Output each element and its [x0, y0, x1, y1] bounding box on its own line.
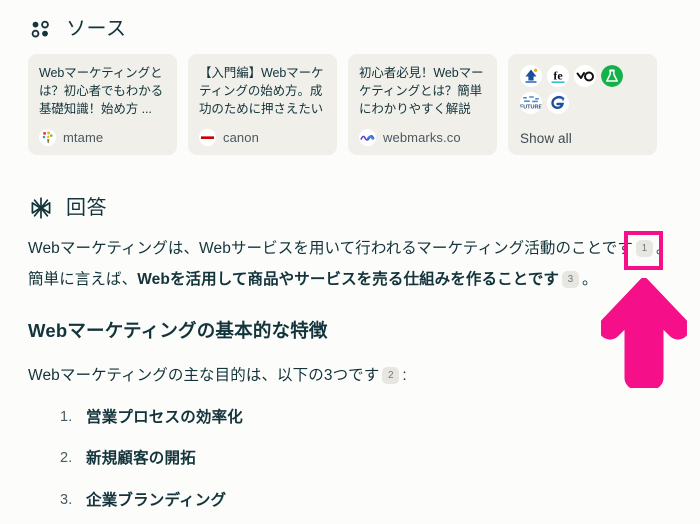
webmarks-favicon	[359, 129, 376, 146]
answer-text-part1: Webマーケティングは、Webサービスを用いて行われるマーケティング活動のことで…	[28, 240, 633, 257]
fe-favicon: fe	[547, 65, 569, 87]
citation-1-badge[interactable]: 1	[635, 240, 653, 257]
answer-subheading: Webマーケティングの基本的な特徴	[28, 320, 328, 341]
answer-text-part3: 。	[582, 271, 598, 288]
answer-section-title: 回答	[66, 197, 107, 219]
answer-section-header: 回答	[0, 195, 107, 221]
source-card-domain: mtame	[63, 130, 104, 145]
answer-paragraph-2-suffix: :	[402, 366, 407, 384]
sources-section-header: ソース	[0, 16, 127, 42]
source-card-webmarks[interactable]: 初心者必見！Webマーケティングとは？簡単にわかりやすく解説 webmarks.…	[348, 54, 497, 155]
canon-favicon	[199, 129, 216, 146]
citation-3-badge[interactable]: 3	[562, 271, 580, 288]
mtame-favicon	[39, 129, 56, 146]
answer-paragraph-2-text: Webマーケティングの主な目的は、以下の3つです	[28, 366, 380, 384]
source-card-footer: canon	[199, 129, 326, 146]
e-blue-favicon	[547, 92, 569, 114]
source-card-canon[interactable]: 【入門編】Webマーケティングの始め方。成功のために押さえたい ... cano…	[188, 54, 337, 155]
list-item: 営業プロセスの効率化	[60, 408, 244, 426]
perplexity-logo-icon	[28, 195, 54, 221]
source-card-domain: canon	[223, 130, 259, 145]
answer-paragraph-1: Webマーケティングは、Webサービスを用いて行われるマーケティング活動のことで…	[28, 233, 672, 295]
answer-text-bold1: Webを活用して商品やサービスを売る仕組みを作ることです	[137, 271, 560, 288]
mo-favicon	[574, 65, 596, 87]
flask-green-favicon	[601, 65, 623, 87]
source-card-mtame[interactable]: Webマーケティングとは？初心者でもわかる基礎知識！始め方 ... mtame	[28, 54, 177, 155]
future-favicon: FUTURE	[520, 92, 542, 114]
answer-ordered-list: 営業プロセスの効率化 新規顧客の開拓 企業ブランディング	[28, 384, 672, 509]
sources-card-row: Webマーケティングとは？初心者でもわかる基礎知識！始め方 ... mtame	[28, 54, 657, 155]
list-item: 企業ブランディング	[60, 491, 227, 509]
perplexity-answer-page: ソース Webマーケティングとは？初心者でもわかる基礎知識！始め方 ... mt…	[0, 0, 700, 524]
source-card-domain: webmarks.co	[383, 130, 461, 145]
source-card-title: 【入門編】Webマーケティングの始め方。成功のために押さえたい ...	[199, 66, 324, 116]
svg-text:fe: fe	[553, 69, 563, 83]
show-all-sources-card[interactable]: fe FUTURE Show all	[508, 54, 657, 155]
svg-text:FUTURE: FUTURE	[520, 105, 542, 111]
source-card-title: 初心者必見！Webマーケティングとは？簡単にわかりやすく解説	[359, 66, 484, 116]
source-card-footer: mtame	[39, 129, 166, 146]
list-item: 新規顧客の開拓	[60, 450, 196, 467]
citation-2-badge[interactable]: 2	[382, 366, 400, 384]
show-all-favicon-cloud: fe FUTURE	[520, 65, 646, 114]
archive-favicon	[520, 65, 542, 87]
answer-paragraph-2: Webマーケティングの主な目的は、以下の3つです 2:	[28, 341, 672, 384]
source-card-footer: webmarks.co	[359, 129, 486, 146]
source-card-title: Webマーケティングとは？初心者でもわかる基礎知識！始め方 ...	[39, 66, 164, 116]
answer-body: Webマーケティングは、Webサービスを用いて行われるマーケティング活動のことで…	[28, 233, 672, 508]
show-all-label: Show all	[520, 131, 572, 146]
sources-section-title: ソース	[66, 18, 127, 40]
source-dots-icon	[28, 16, 54, 42]
